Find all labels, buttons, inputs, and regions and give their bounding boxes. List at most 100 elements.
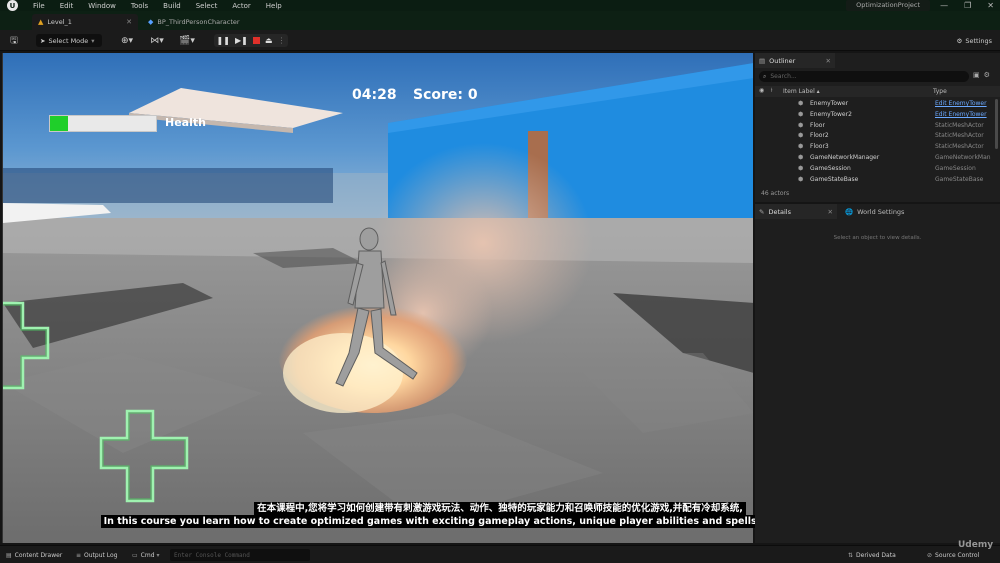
- menu-edit[interactable]: Edit: [60, 2, 74, 10]
- outliner-row-name: Floor3: [810, 143, 829, 151]
- minimize-button[interactable]: —: [940, 0, 948, 11]
- close-tab-icon[interactable]: ✕: [826, 57, 831, 65]
- add-actor-icon[interactable]: ⊕▾: [115, 34, 139, 47]
- details-icon: ✎: [759, 207, 765, 216]
- settings-label: Settings: [965, 36, 992, 45]
- outliner-row-type: StaticMeshActor: [935, 132, 984, 140]
- outliner-row[interactable]: ⬢ EnemyTower2 Edit EnemyTower: [755, 110, 1000, 121]
- derived-data-button[interactable]: ⇅ Derived Data: [848, 549, 896, 561]
- outliner-row-name: Floor: [810, 121, 825, 129]
- actor-icon: ⬢: [798, 153, 804, 161]
- health-bar: [49, 115, 157, 132]
- save-icon[interactable]: 🖫: [8, 34, 20, 47]
- outliner-row[interactable]: ⬢ Floor2 StaticMeshActor: [755, 131, 1000, 142]
- pin-icon[interactable]: ⍿: [771, 87, 773, 95]
- cmd-dropdown[interactable]: ▭ Cmd ▾: [132, 549, 160, 561]
- document-tab-bar: ▲ Level_1 ✕ ◆ BP_ThirdPersonCharacter: [0, 11, 1000, 30]
- hud-timer: 04:28: [352, 87, 397, 103]
- outliner-row[interactable]: ⬢ GameSession GameSession: [755, 164, 1000, 175]
- source-control-icon: ⊘: [927, 551, 933, 559]
- content-drawer-label: Content Drawer: [14, 551, 63, 559]
- cinematics-icon[interactable]: 🎬▾: [175, 34, 199, 47]
- outliner-search-input[interactable]: ⌕ Search...: [759, 71, 969, 82]
- outliner-row-name: GameStateBase: [810, 175, 859, 183]
- outliner-row-type: GameNetworkMan: [935, 153, 991, 161]
- tab-outliner[interactable]: ▤ Outliner ✕: [755, 53, 835, 68]
- column-type[interactable]: Type: [933, 88, 947, 95]
- menu-tools[interactable]: Tools: [131, 2, 148, 10]
- blueprint-icon: ◆: [148, 18, 154, 26]
- tab-details[interactable]: ✎ Details ✕: [755, 204, 837, 219]
- level-icon: ▲: [38, 18, 44, 26]
- outliner-row[interactable]: ⬢ Floor3 StaticMeshActor: [755, 142, 1000, 153]
- maximize-button[interactable]: ❐: [964, 0, 971, 11]
- pause-icon[interactable]: ❚❚: [217, 36, 230, 45]
- play-options-icon[interactable]: ⋮: [277, 36, 285, 45]
- outliner-column-header: ◉ ⍿ Item Label ▴ Type: [755, 86, 1000, 97]
- source-control-label: Source Control: [935, 551, 980, 559]
- details-empty-message: Select an object to view details.: [833, 235, 922, 241]
- blueprint-menu-icon[interactable]: ⋈▾: [145, 34, 169, 47]
- output-log-button[interactable]: ≡ Output Log: [76, 549, 118, 561]
- health-bar-fill: [50, 116, 69, 131]
- actor-count: 46 actors: [761, 190, 790, 197]
- derived-data-icon: ⇅: [848, 551, 854, 559]
- gear-icon[interactable]: ⚙: [984, 71, 990, 79]
- outliner-row-type: StaticMeshActor: [935, 143, 984, 151]
- close-tab-icon[interactable]: ✕: [828, 208, 833, 216]
- outliner-title: Outliner: [769, 56, 796, 65]
- settings-button[interactable]: ⚙ Settings: [944, 34, 993, 47]
- outliner-row[interactable]: ⬢ GameNetworkManager GameNetworkMan: [755, 153, 1000, 164]
- folder-add-icon[interactable]: ▣: [973, 71, 980, 79]
- project-name: OptimizationProject: [846, 0, 930, 11]
- menu-select[interactable]: Select: [196, 2, 218, 10]
- outliner-scrollbar[interactable]: [995, 99, 998, 149]
- outliner-row-type[interactable]: Edit EnemyTower: [935, 100, 987, 107]
- tab-world-settings[interactable]: 🌐 World Settings: [841, 204, 921, 219]
- outliner-row-name: GameSession: [810, 164, 851, 172]
- hud-score: Score: 0: [413, 87, 478, 103]
- unreal-logo-icon[interactable]: U: [7, 0, 18, 11]
- outliner-row-type: GameSession: [935, 164, 976, 172]
- derived-data-label: Derived Data: [856, 551, 896, 559]
- menu-build[interactable]: Build: [163, 2, 181, 10]
- select-mode-label: Select Mode: [48, 36, 89, 45]
- world-settings-label: World Settings: [857, 207, 905, 216]
- outliner-icon: ▤: [759, 56, 766, 65]
- stop-icon[interactable]: [252, 37, 260, 44]
- outliner-row-name: EnemyTower: [810, 100, 849, 107]
- game-viewport[interactable]: 04:28 Score: 0 Health: [2, 53, 753, 543]
- column-item-label[interactable]: Item Label ▴: [783, 88, 820, 95]
- close-tab-icon[interactable]: ✕: [126, 18, 132, 26]
- outliner-row-type[interactable]: Edit EnemyTower: [935, 111, 987, 118]
- tab-level[interactable]: ▲ Level_1 ✕: [32, 14, 138, 30]
- play-controls: ❚❚ ▶❚ ⏏ ⋮: [214, 34, 288, 47]
- menu-help[interactable]: Help: [266, 2, 282, 10]
- window-controls: — ❐ ✕: [940, 0, 994, 11]
- menu-window[interactable]: Window: [88, 2, 116, 10]
- outliner-row[interactable]: ⬢ GameStateBase GameStateBase: [755, 175, 1000, 186]
- content-drawer-button[interactable]: ▤ Content Drawer: [6, 549, 62, 561]
- console-command-input[interactable]: Enter Console Command: [170, 549, 310, 561]
- outliner-panel: ▤ Outliner ✕ ⌕ Search... ▣ ⚙ ◉ ⍿ Item La…: [755, 53, 1000, 202]
- close-button[interactable]: ✕: [987, 0, 994, 11]
- chevron-down-icon: ▾: [91, 36, 95, 45]
- menu-bar: U File Edit Window Tools Build Select Ac…: [0, 0, 1000, 11]
- menu-actor[interactable]: Actor: [232, 2, 250, 10]
- tab-blueprint[interactable]: ◆ BP_ThirdPersonCharacter: [144, 14, 264, 30]
- menu-file[interactable]: File: [33, 2, 45, 10]
- status-bar: ▤ Content Drawer ≡ Output Log ▭ Cmd ▾ En…: [0, 545, 1000, 563]
- details-title: Details: [768, 207, 791, 216]
- step-frame-icon[interactable]: ▶❚: [235, 36, 248, 45]
- visibility-eye-icon[interactable]: ◉: [759, 87, 764, 94]
- source-control-button[interactable]: ⊘ Source Control: [927, 549, 979, 561]
- eject-icon[interactable]: ⏏: [265, 36, 273, 45]
- health-label: Health: [165, 116, 206, 129]
- cursor-icon: ➤: [40, 36, 46, 45]
- output-log-label: Output Log: [84, 551, 118, 559]
- outliner-row[interactable]: ⬢ EnemyTower Edit EnemyTower: [755, 99, 1000, 110]
- select-mode-dropdown[interactable]: ➤ Select Mode ▾: [36, 34, 102, 47]
- actor-icon: ⬢: [798, 164, 804, 172]
- outliner-row[interactable]: ⬢ Floor StaticMeshActor: [755, 121, 1000, 132]
- actor-icon: ⬢: [798, 110, 804, 118]
